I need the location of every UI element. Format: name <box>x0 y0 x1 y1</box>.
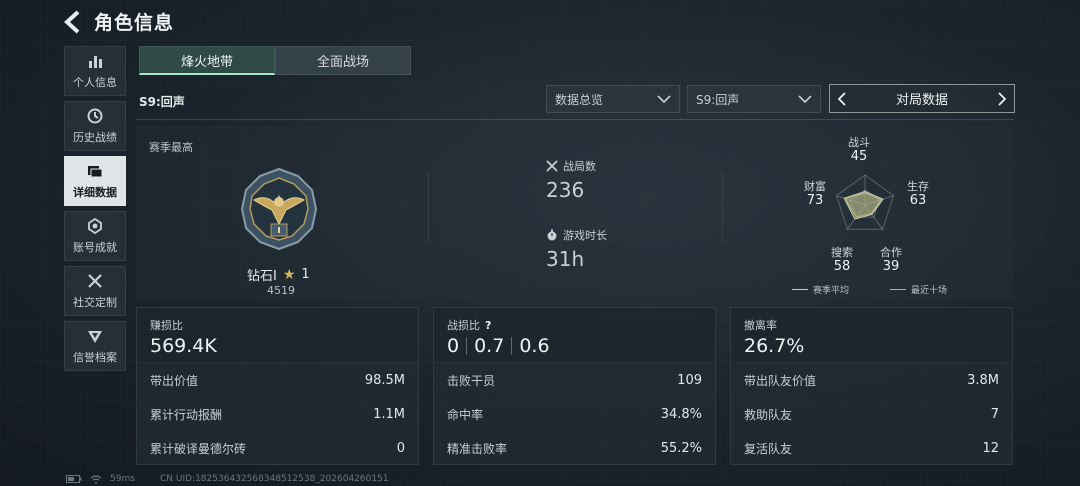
stat-row: 带出价值 98.5M <box>150 372 405 388</box>
chevron-left-icon[interactable] <box>836 91 848 107</box>
matches-label: 战局数 <box>563 160 596 173</box>
card-title-row: 战损比 ? <box>447 317 715 333</box>
stat-row: 累计破译曼德尔砖 0 <box>150 440 405 456</box>
rank-stars: 1 <box>301 267 310 282</box>
shield-icon <box>88 331 102 343</box>
season-best-title: 赛季最高 <box>149 141 193 154</box>
legend-swatch <box>890 289 906 290</box>
sidebar-item-label: 个人信息 <box>73 76 117 89</box>
help-icon[interactable]: ? <box>485 319 491 332</box>
sidebar-item-label: 信誉档案 <box>73 351 117 364</box>
matches-stat: 战局数 236 <box>546 158 596 202</box>
crossed-swords-icon <box>546 160 558 172</box>
tools-icon <box>88 274 102 288</box>
rank-tier: 钻石Ⅰ <box>247 269 277 284</box>
card-value: 569.4K <box>150 335 217 357</box>
sidebar-item-label: 历史战绩 <box>73 131 117 144</box>
chevron-right-icon[interactable] <box>996 91 1008 107</box>
sidebar-item-label: 详细数据 <box>73 186 117 199</box>
tab-operations[interactable]: 烽火地带 <box>139 46 275 75</box>
radar-chart: 战斗 45 生存 63 合作 39 搜索 58 财富 73 <box>790 133 940 278</box>
card-title: 赚损比 <box>150 319 183 332</box>
stopwatch-icon <box>547 229 557 241</box>
sidebar-item-profile[interactable]: 个人信息 <box>64 46 126 96</box>
radar-axis-survival: 生存 63 <box>907 180 929 208</box>
sidebar-item-history[interactable]: 历史战绩 <box>64 101 126 151</box>
folder-icon <box>88 166 103 178</box>
page-title: 角色信息 <box>94 12 175 34</box>
divider <box>428 172 429 242</box>
divider <box>722 172 723 242</box>
category-dropdown[interactable]: 数据总览 <box>546 85 680 113</box>
extraction-card: 撤离率 26.7% 带出队友价值 3.8M 救助队友 7 复活队友 12 <box>730 307 1013 465</box>
radar-axis-wealth: 财富 73 <box>804 180 826 208</box>
sidebar-item-label: 账号成就 <box>73 241 117 254</box>
header: 角色信息 <box>62 8 174 35</box>
legend-swatch <box>792 289 808 290</box>
ping: 59ms <box>110 474 135 484</box>
player-uid: CN UID:182536432568348512538_20260426015… <box>160 474 389 484</box>
match-data-label: 对局数据 <box>895 93 948 108</box>
kd-value: 0 <box>447 335 460 357</box>
legend-season-avg: 赛季平均 <box>792 283 849 296</box>
stat-row: 累计行动报酬 1.1M <box>150 406 405 422</box>
sidebar-item-social[interactable]: 社交定制 <box>64 266 126 316</box>
stat-row: 精准击败率 55.2% <box>447 440 702 456</box>
radar-axis-combat: 战斗 45 <box>848 136 870 164</box>
playtime-value: 31h <box>546 247 585 271</box>
back-arrow-icon[interactable] <box>62 9 84 35</box>
card-title: 撤离率 <box>744 319 777 332</box>
star-icon: ★ <box>282 266 296 283</box>
stat-row: 命中率 34.8% <box>447 406 702 422</box>
stat-row: 救助队友 7 <box>744 406 999 422</box>
kd-value: 0.6 <box>519 335 550 357</box>
separator <box>466 337 468 355</box>
season-label: S9:回声 <box>139 95 185 109</box>
sidebar-item-details[interactable]: 详细数据 <box>64 156 126 206</box>
stat-row: 带出队友价值 3.8M <box>744 372 999 388</box>
sidebar-item-reputation[interactable]: 信誉档案 <box>64 321 126 371</box>
sidebar: 个人信息 历史战绩 详细数据 账号成就 社交定制 信誉档案 <box>64 46 126 376</box>
history-icon <box>87 108 103 124</box>
stat-row: 复活队友 12 <box>744 440 999 456</box>
rank-name: 钻石Ⅰ ★ 1 <box>247 265 310 285</box>
dropdown-value: 数据总览 <box>555 92 604 107</box>
tab-warfare[interactable]: 全面战场 <box>275 46 411 75</box>
sidebar-item-achievements[interactable]: 账号成就 <box>64 211 126 261</box>
match-data-selector: 对局数据 <box>829 84 1015 113</box>
sidebar-item-label: 社交定制 <box>73 296 117 309</box>
status-bar: 59ms <box>66 474 135 484</box>
mode-tabs: 烽火地带 全面战场 <box>139 46 411 75</box>
card-value: 26.7% <box>744 335 805 357</box>
card-title: 战损比 <box>447 319 480 332</box>
matches-value: 236 <box>546 178 585 202</box>
playtime-label: 游戏时长 <box>563 229 607 242</box>
wifi-icon <box>90 474 102 483</box>
rank-score: 4519 <box>267 284 295 297</box>
profit-card: 赚损比 569.4K 带出价值 98.5M 累计行动报酬 1.1M 累计破译曼德尔砖… <box>136 307 419 465</box>
separator <box>511 337 513 355</box>
bar-chart-icon <box>89 56 102 68</box>
playtime-stat: 游戏时长 31h <box>546 227 607 271</box>
radar-axis-teamwork: 合作 39 <box>880 246 902 274</box>
legend-recent: 最近十场 <box>890 283 947 296</box>
kd-values: 0 0.7 0.6 <box>447 335 715 357</box>
kd-card: 战损比 ? 0 0.7 0.6 击败干员 109 命中率 34.8% 精准击败率 55… <box>433 307 716 465</box>
rank-badge-icon <box>240 167 318 251</box>
radar-axis-search: 搜索 58 <box>831 246 853 274</box>
kd-value: 0.7 <box>474 335 505 357</box>
stat-row: 击败干员 109 <box>447 372 702 388</box>
dropdown-value: S9:回声 <box>696 92 740 107</box>
chevron-down-icon <box>798 95 812 104</box>
divider <box>136 119 1014 120</box>
chevron-down-icon <box>657 95 671 104</box>
legend-label: 最近十场 <box>911 286 948 296</box>
medal-icon <box>88 217 102 235</box>
season-dropdown[interactable]: S9:回声 <box>687 85 821 113</box>
battery-icon <box>66 475 82 483</box>
legend-label: 赛季平均 <box>813 286 850 296</box>
